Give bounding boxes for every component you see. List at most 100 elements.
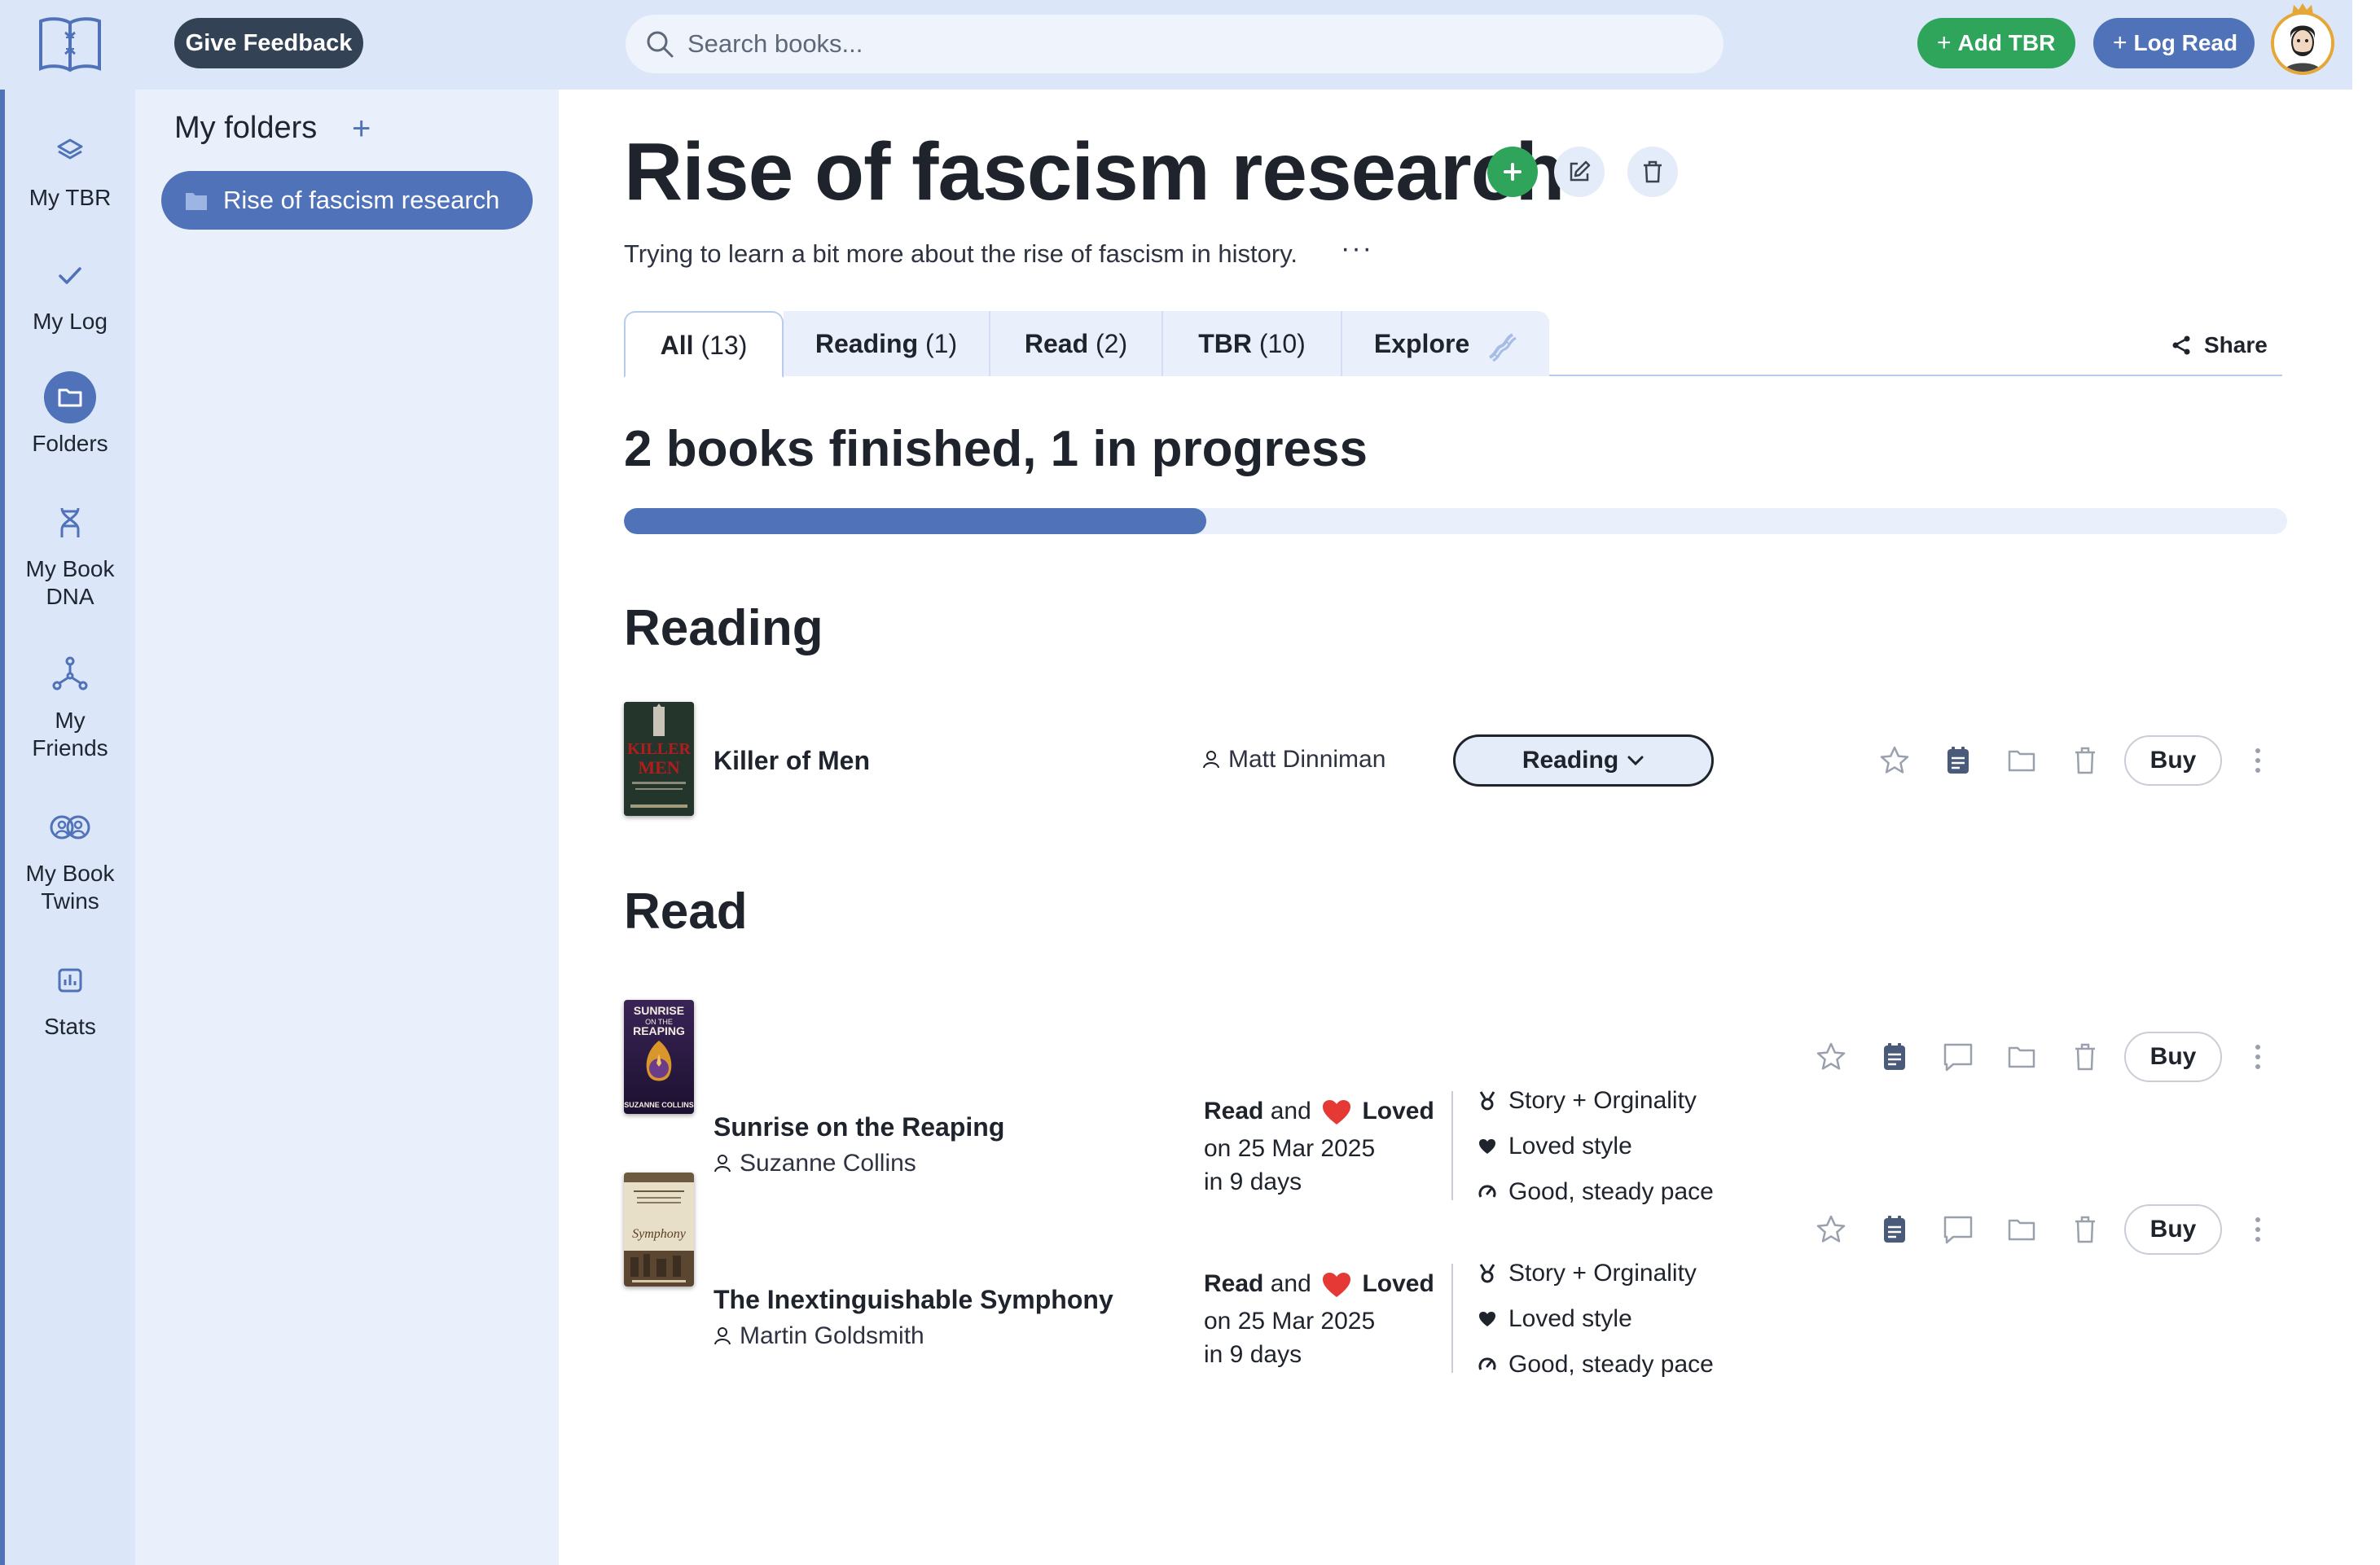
log-read-button[interactable]: + Log Read [2093, 18, 2255, 68]
edit-icon [1570, 160, 1591, 182]
folder-label: Rise of fascism research [223, 186, 500, 214]
nav-my-log[interactable]: My Log [5, 249, 135, 335]
nav-my-friends[interactable]: My Friends [5, 648, 135, 762]
star-icon [1816, 1215, 1846, 1243]
edit-folder-button[interactable] [1554, 147, 1605, 197]
heart-icon [1479, 1312, 1495, 1326]
rate-button[interactable] [1877, 743, 1912, 778]
tab-count: (10) [1258, 329, 1306, 358]
book-title[interactable]: Killer of Men [714, 746, 870, 776]
move-to-folder-button[interactable] [2004, 1039, 2040, 1075]
top-bar: Give Feedback +Add TBR +Log Read [0, 0, 2352, 90]
tab-all[interactable]: All (13) [624, 311, 784, 378]
user-avatar[interactable] [2271, 11, 2334, 75]
tab-read[interactable]: Read (2) [990, 311, 1163, 376]
heart-icon [1479, 1139, 1495, 1154]
tab-label: Reading [815, 329, 919, 358]
tag-label: Good, steady pace [1508, 1178, 1714, 1205]
book-author[interactable]: Suzanne Collins [714, 1150, 916, 1177]
remove-book-button[interactable] [2067, 743, 2103, 778]
status-loved: Loved [1362, 1270, 1434, 1297]
folder-icon [2008, 1046, 2035, 1068]
kebab-menu-icon[interactable] [2250, 743, 2266, 778]
buy-button[interactable]: Buy [2124, 1032, 2222, 1082]
move-to-folder-button[interactable] [2004, 743, 2040, 778]
read-status: Read and Loved on 25 Mar 2025 in 9 days [1204, 1093, 1434, 1197]
tab-tbr[interactable]: TBR (10) [1163, 311, 1342, 376]
nav-my-book-dna[interactable]: My Book DNA [5, 497, 135, 611]
notes-button[interactable] [1877, 1039, 1912, 1075]
add-tbr-button[interactable]: + Add TBR [1917, 18, 2075, 68]
author-name: Matt Dinniman [1228, 746, 1386, 773]
nav-label: My Book DNA [25, 556, 115, 609]
notes-icon [1884, 1216, 1905, 1243]
nav-stats[interactable]: Stats [5, 954, 135, 1041]
rate-button[interactable] [1813, 1212, 1849, 1247]
read-status: Read and Loved on 25 Mar 2025 in 9 days [1204, 1265, 1434, 1370]
book-title[interactable]: Sunrise on the Reaping [714, 1112, 1004, 1142]
delete-folder-button[interactable] [1627, 147, 1678, 197]
check-icon [44, 249, 96, 301]
give-feedback-button[interactable]: Give Feedback [174, 18, 363, 68]
read-status-line: Read and Loved [1204, 1093, 1434, 1130]
remove-book-button[interactable] [2067, 1039, 2103, 1075]
tab-reading[interactable]: Reading (1) [784, 311, 990, 376]
tag-label: Story + Orginality [1508, 1087, 1697, 1114]
status-and: and [1270, 1098, 1311, 1124]
person-icon [714, 1155, 731, 1173]
tab-label: TBR [1198, 329, 1252, 358]
nav-my-book-twins[interactable]: My Book Twins [5, 801, 135, 915]
review-tags: Story + Orginality Loved style Good, ste… [1478, 1078, 1714, 1215]
book-cover[interactable]: KILLER MEN [624, 702, 694, 816]
share-button[interactable]: Share [2170, 332, 2268, 358]
remove-book-button[interactable] [2067, 1212, 2103, 1247]
progress-summary: 2 books finished, 1 in progress [624, 421, 1368, 477]
folder-item-rise-of-fascism[interactable]: Rise of fascism research [161, 171, 533, 230]
person-icon [714, 1327, 731, 1345]
log-read-label: Log Read [2133, 30, 2238, 55]
notes-button[interactable] [1877, 1212, 1912, 1247]
plus-icon: + [1937, 29, 1952, 56]
folder-icon [2008, 750, 2035, 772]
status-loved: Loved [1362, 1098, 1434, 1124]
buy-button[interactable]: Buy [2124, 1204, 2222, 1255]
read-date: on 25 Mar 2025 [1204, 1135, 1376, 1162]
notes-icon [1884, 1043, 1905, 1070]
reading-status-dropdown[interactable]: Reading [1453, 734, 1714, 787]
more-options-button[interactable]: ··· [1341, 233, 1373, 265]
notes-icon [1947, 747, 1969, 774]
trash-icon [1644, 160, 1662, 183]
book-title[interactable]: The Inextinguishable Symphony [714, 1285, 1113, 1315]
tag-label: Story + Orginality [1508, 1260, 1697, 1287]
nav-label: Stats [44, 1014, 96, 1039]
search-input[interactable] [687, 15, 1697, 73]
add-book-to-folder-button[interactable] [1487, 147, 1538, 197]
buy-button[interactable]: Buy [2124, 735, 2222, 786]
nav-my-tbr[interactable]: My TBR [5, 125, 135, 212]
tag-item: Story + Orginality [1478, 1078, 1714, 1124]
review-button[interactable] [1940, 1212, 1976, 1247]
rate-button[interactable] [1813, 1039, 1849, 1075]
tab-count: (13) [700, 331, 748, 360]
nav-label: My Log [33, 309, 108, 334]
book-cover[interactable]: Symphony [624, 1173, 694, 1287]
notes-button[interactable] [1940, 743, 1976, 778]
nav-folders[interactable]: Folders [5, 371, 135, 458]
move-to-folder-button[interactable] [2004, 1212, 2040, 1247]
tab-explore[interactable]: Explore [1342, 311, 1549, 376]
kebab-menu-icon[interactable] [2250, 1212, 2266, 1247]
status-read: Read [1204, 1098, 1264, 1124]
plus-icon: + [2113, 29, 2128, 56]
add-folder-button[interactable]: + [352, 112, 371, 145]
review-button[interactable] [1940, 1039, 1976, 1075]
book-cover[interactable]: SUNRISE ON THE REAPING SUZANNE COLLINS [624, 1000, 694, 1114]
app-logo[interactable] [34, 13, 106, 75]
book-author[interactable]: Matt Dinniman [1202, 746, 1385, 774]
tab-label: Explore [1373, 329, 1470, 358]
nav-label: Folders [32, 431, 108, 456]
search-bar[interactable] [626, 15, 1724, 73]
read-duration: in 9 days [1204, 1341, 1302, 1368]
book-author[interactable]: Martin Goldsmith [714, 1322, 924, 1350]
kebab-menu-icon[interactable] [2250, 1039, 2266, 1075]
trash-icon [2075, 1043, 2095, 1071]
